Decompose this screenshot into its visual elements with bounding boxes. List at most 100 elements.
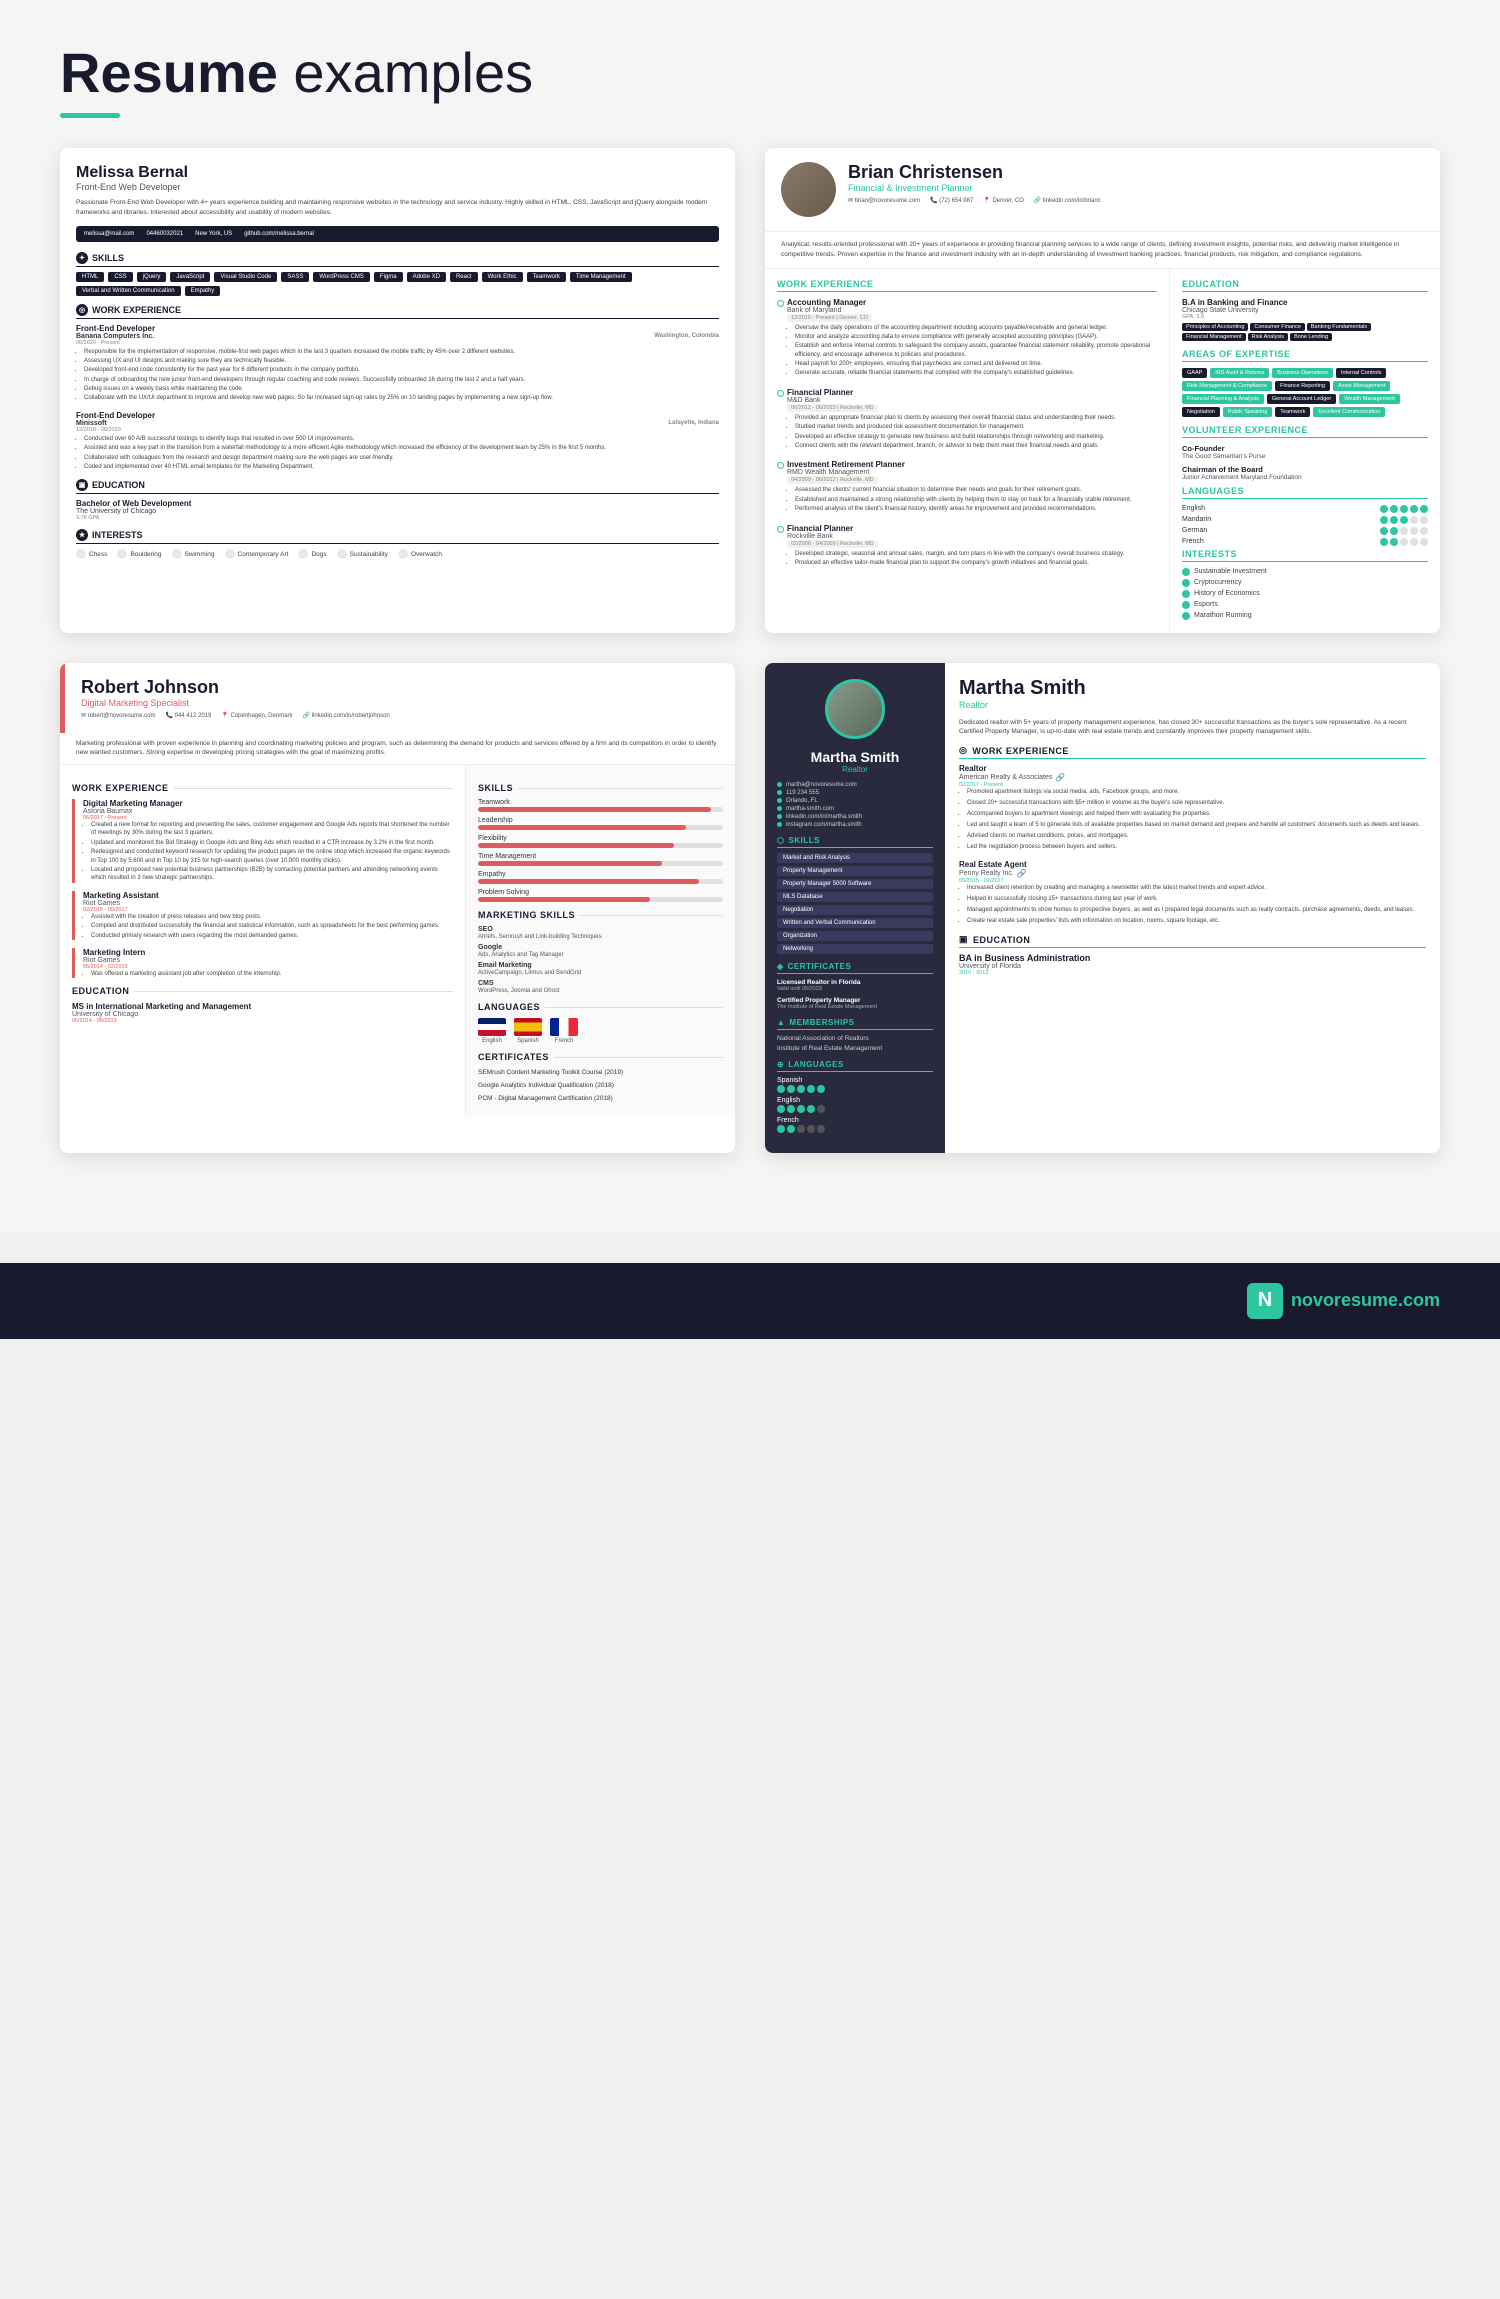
brian-volunteer-1: Co-Founder The Good Samaritan's Purse	[1182, 444, 1428, 460]
martha-cert-1: Licensed Realtor in Florida Valid until …	[777, 979, 933, 992]
brian-info: Brian Christensen Financial & Investment…	[848, 162, 1424, 204]
footer-brand: novoresume.com	[1291, 1290, 1440, 1311]
melissa-email: melissa@mail.com	[84, 231, 134, 237]
page-title: Resume examples	[60, 40, 1440, 105]
edu-icon: ▣	[76, 479, 88, 491]
martha-memberships-section: ▲MEMBERSHIPS	[777, 1018, 933, 1030]
work-icon: ◎	[76, 304, 88, 316]
footer-logo-icon: N	[1247, 1283, 1283, 1319]
brian-courses: Principles of Accounting Consumer Financ…	[1182, 323, 1428, 341]
robert-work-1: Digital Marketing Manager Astoria Baumax…	[72, 799, 453, 883]
robert-certs-section: CERTIFICATES	[478, 1052, 723, 1062]
robert-work-section: WORK EXPERIENCE	[72, 783, 453, 793]
martha-edu: BA in Business Administration University…	[959, 953, 1426, 976]
robert-mktg-skills-section: MARKETING SKILLS	[478, 910, 723, 920]
brian-volunteer-2: Chairman of the Board Junior Achievement…	[1182, 465, 1428, 481]
martha-lang-spanish: Spanish	[777, 1077, 933, 1093]
brian-subtitle: Financial & Investment Planner	[848, 183, 1424, 193]
melissa-skills-title: ✦ SKILLS	[76, 252, 719, 267]
melissa-work-title: ◎ WORK EXPERIENCE	[76, 304, 719, 319]
brian-work-section: WORK EXPERIENCE	[777, 279, 1157, 292]
martha-skills-section: ⬡SKILLS	[777, 836, 933, 848]
brian-volunteer-section: VOLUNTEER EXPERIENCE	[1182, 425, 1428, 438]
melissa-edu-1: Bachelor of Web Development The Universi…	[76, 499, 719, 521]
martha-title-main: Realtor	[959, 700, 1086, 710]
brian-right: EDUCATION B.A in Banking and Finance Chi…	[1170, 269, 1440, 633]
martha-name-side: Martha Smith	[777, 749, 933, 765]
melissa-phone: 04460032021	[146, 231, 183, 237]
footer-logo-letter: N	[1258, 1289, 1272, 1312]
robert-left: WORK EXPERIENCE Digital Marketing Manage…	[60, 765, 465, 1117]
melissa-edu-title: ▣ EDUCATION	[76, 479, 719, 494]
robert-cert-1: SEMrush Content Marketing Toolkit Course…	[478, 1068, 723, 1077]
martha-name-main: Martha Smith	[959, 677, 1086, 700]
melissa-skills-grid: HTML CSS jQuery JavaScript Visual Studio…	[76, 272, 719, 296]
martha-sidebar: Martha Smith Realtor martha@novoresume.c…	[765, 663, 945, 1153]
martha-right: Martha Smith Realtor Dedicated realtor w…	[945, 663, 1440, 1153]
brian-work-3: Investment Retirement Planner RMD Wealth…	[777, 460, 1157, 513]
resumes-grid: Melissa Bernal Front-End Web Developer P…	[60, 148, 1440, 1153]
page-footer: N novoresume.com	[0, 1263, 1500, 1339]
martha-lang-english: English	[777, 1097, 933, 1113]
brian-body: WORK EXPERIENCE Accounting Manager Bank …	[765, 269, 1440, 633]
robert-header: Robert Johnson Digital Marketing Special…	[60, 663, 735, 733]
melissa-title: Front-End Web Developer	[76, 182, 719, 192]
martha-work-section: ◎WORK EXPERIENCE	[959, 745, 1426, 759]
resume-card-martha: Martha Smith Realtor martha@novoresume.c…	[765, 663, 1440, 1153]
brian-header: Brian Christensen Financial & Investment…	[765, 148, 1440, 232]
melissa-interests-title: ★ INTERESTS	[76, 529, 719, 544]
martha-edu-section: ▣EDUCATION	[959, 934, 1426, 948]
melissa-summary: Passionate Front-End Web Developer with …	[76, 198, 719, 218]
melissa-work-1: Front-End Developer Banana Computers Inc…	[76, 324, 719, 403]
flag-spanish	[514, 1018, 542, 1036]
brian-avatar	[781, 162, 836, 217]
melissa-github: github.com/melissa.bernal	[244, 231, 314, 237]
resume-card-brian: Brian Christensen Financial & Investment…	[765, 148, 1440, 633]
melissa-location: New York, US	[195, 231, 232, 237]
melissa-interests: Chess Bouldering Swimming Contemporary A…	[76, 549, 719, 559]
brian-edu-section: EDUCATION	[1182, 279, 1428, 292]
robert-work-3: Marketing Intern Riot Games 06/2014 - 02…	[72, 948, 453, 978]
resume-card-robert: Robert Johnson Digital Marketing Special…	[60, 663, 735, 1153]
robert-flags: English Spanish French	[478, 1018, 723, 1044]
interests-icon: ★	[76, 529, 88, 541]
robert-work-2: Marketing Assistant Riot Games 02/2015 -…	[72, 891, 453, 940]
flag-french	[550, 1018, 578, 1036]
martha-avatar	[825, 679, 885, 739]
melissa-name: Melissa Bernal	[76, 164, 719, 182]
robert-contact: ✉ robert@novoresume.com 📞 044 412 2019 📍…	[81, 712, 719, 719]
robert-summary: Marketing professional with proven exper…	[60, 733, 735, 766]
martha-summary: Dedicated realtor with 5+ years of prope…	[959, 718, 1426, 738]
page-header: Resume examples	[60, 40, 1440, 118]
page-wrapper: Resume examples Melissa Bernal Front-End…	[0, 0, 1500, 1233]
martha-right-header: Martha Smith Realtor	[959, 677, 1426, 710]
robert-cert-2: Google Analytics Individual Qualificatio…	[478, 1081, 723, 1090]
brian-expertise-tags: GAAP IRS Audit & Returns Business Operat…	[1182, 368, 1428, 417]
brian-edu: B.A in Banking and Finance Chicago State…	[1182, 298, 1428, 341]
melissa-work-2: Front-End Developer Minissoft Lafayette,…	[76, 411, 719, 472]
flag-english	[478, 1018, 506, 1036]
brian-work-4: Financial Planner Rockville Bank 02/2006…	[777, 524, 1157, 568]
brian-languages-section: LANGUAGES	[1182, 486, 1428, 499]
brian-expertise-section: AREAS OF EXPERTISE	[1182, 349, 1428, 362]
martha-work-2: Real Estate Agent Penny Realty Inc. 🔗 05…	[959, 860, 1426, 926]
robert-langs-section: LANGUAGES	[478, 1002, 723, 1012]
resume-card-melissa: Melissa Bernal Front-End Web Developer P…	[60, 148, 735, 633]
skills-icon: ✦	[76, 252, 88, 264]
martha-lang-french: French	[777, 1117, 933, 1133]
footer-logo: N novoresume.com	[1247, 1283, 1440, 1319]
robert-right: SKILLS Teamwork Leadership Flexibility	[465, 765, 735, 1117]
martha-cert-2: Certified Property Manager The Institute…	[777, 997, 933, 1010]
brian-work-2: Financial Planner M&D Bank 06/2012 - 06/…	[777, 388, 1157, 451]
martha-work-1: Realtor American Realty & Associates 🔗 0…	[959, 764, 1426, 852]
martha-langs-section: ⊕LANGUAGES	[777, 1060, 933, 1072]
brian-contact: ✉ brian@novoresume.com 📞 (72) 654 987 📍 …	[848, 197, 1424, 204]
brian-name: Brian Christensen	[848, 162, 1424, 183]
robert-title: Digital Marketing Specialist	[81, 698, 719, 708]
robert-body: WORK EXPERIENCE Digital Marketing Manage…	[60, 765, 735, 1117]
martha-title-side: Realtor	[777, 765, 933, 774]
robert-cert-3: PCM - Digital Management Certification (…	[478, 1094, 723, 1103]
robert-edu-section: EDUCATION	[72, 986, 453, 996]
martha-certs-section: ◈CERTIFICATES	[777, 962, 933, 974]
melissa-contact-bar: melissa@mail.com 04460032021 New York, U…	[76, 226, 719, 242]
